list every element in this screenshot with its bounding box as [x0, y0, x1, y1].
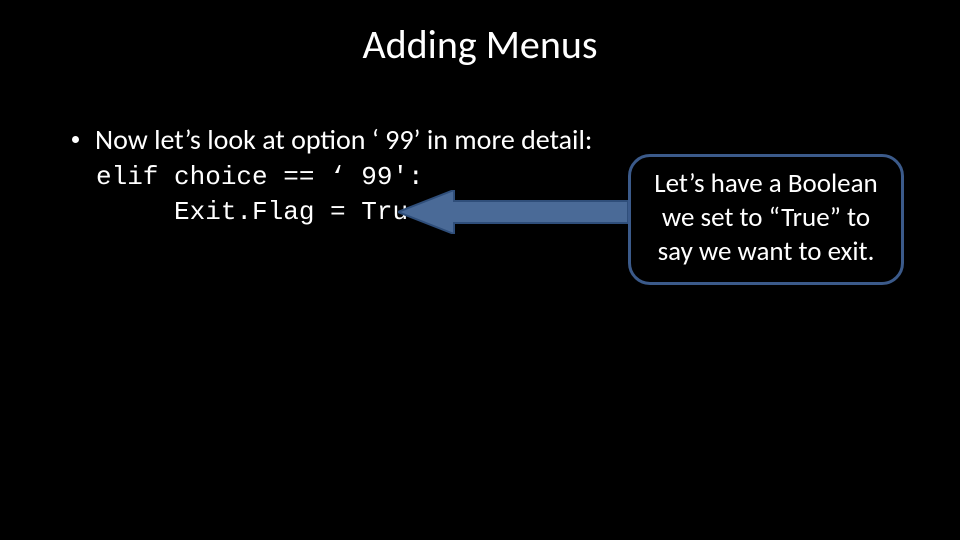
bullet-text: Now let’s look at option ‘ 99’ in more d… — [95, 122, 592, 157]
bullet-dot-icon — [72, 136, 79, 143]
arrow-shape — [398, 190, 628, 234]
callout-box: Let’s have a Boolean we set to “True” to… — [628, 154, 904, 285]
code-line-2: Exit.Flag = True — [96, 197, 424, 227]
callout-text: Let’s have a Boolean we set to “True” to… — [654, 167, 877, 268]
bullet-item: Now let’s look at option ‘ 99’ in more d… — [72, 122, 592, 157]
arrow-left-icon — [398, 190, 628, 234]
slide-title: Adding Menus — [0, 20, 960, 69]
code-block: elif choice == ‘ 99': Exit.Flag = True — [96, 160, 424, 230]
slide: Adding Menus Now let’s look at option ‘ … — [0, 0, 960, 540]
code-line-1: elif choice == ‘ 99': — [96, 162, 424, 192]
